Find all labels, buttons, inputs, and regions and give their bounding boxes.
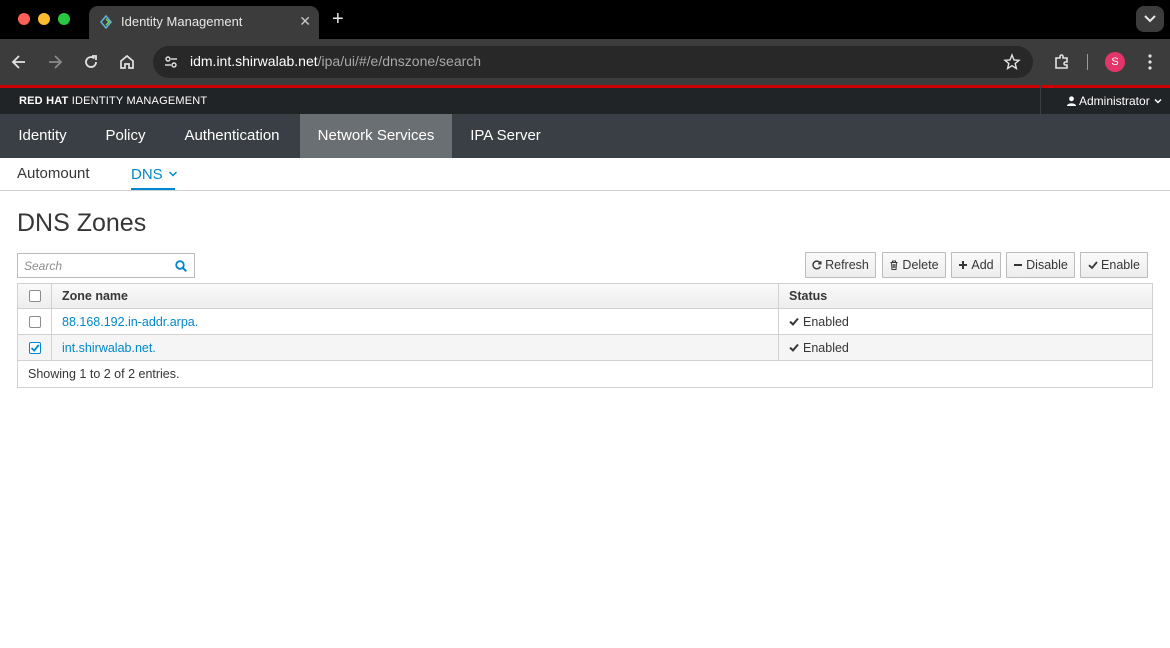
nav-ipa-server[interactable]: IPA Server <box>452 114 559 158</box>
delete-label: Delete <box>902 258 939 272</box>
tab-search-button[interactable] <box>1136 6 1164 32</box>
subnav-automount[interactable]: Automount <box>17 165 90 182</box>
chevron-down-icon <box>1154 94 1162 104</box>
app-brand-bar: RED HAT IDENTITY MANAGEMENT Administrato… <box>0 85 1170 114</box>
column-header-status[interactable]: Status <box>779 284 1152 308</box>
search-button[interactable] <box>168 254 194 277</box>
toolbar-divider <box>1087 54 1088 70</box>
new-tab-button[interactable]: + <box>332 8 344 30</box>
nav-policy[interactable]: Policy <box>87 114 164 158</box>
minus-icon <box>1013 259 1023 269</box>
tab-close-icon[interactable]: ✕ <box>299 12 311 30</box>
page-title: DNS Zones <box>17 209 147 237</box>
status-cell: Enabled <box>779 309 1152 334</box>
status-cell: Enabled <box>779 335 1152 360</box>
profile-avatar[interactable]: S <box>1105 52 1125 72</box>
star-icon[interactable] <box>1003 53 1021 71</box>
subnav-active-indicator <box>131 188 175 190</box>
window-zoom-button[interactable] <box>58 13 70 25</box>
column-header-zone-name[interactable]: Zone name <box>52 284 779 308</box>
favicon-icon <box>99 14 113 30</box>
puzzle-icon[interactable] <box>1052 52 1072 72</box>
home-icon[interactable] <box>117 52 137 72</box>
status-text: Enabled <box>803 341 849 355</box>
search-box <box>17 253 195 278</box>
select-all-checkbox[interactable] <box>29 290 41 302</box>
kebab-icon[interactable] <box>1142 52 1158 72</box>
zone-name-cell: int.shirwalab.net. <box>52 335 779 360</box>
nav-authentication[interactable]: Authentication <box>164 114 300 158</box>
reload-icon[interactable] <box>81 52 101 72</box>
chevron-down-icon <box>168 165 178 177</box>
plus-icon <box>958 259 968 269</box>
table-header-row: Zone name Status <box>18 284 1152 309</box>
check-icon <box>789 309 799 326</box>
disable-button[interactable]: Disable <box>1006 252 1075 278</box>
forward-icon[interactable] <box>45 52 65 72</box>
check-icon <box>789 335 799 352</box>
url-path: /ipa/ui/#/e/dnszone/search <box>317 53 482 69</box>
site-info-icon[interactable] <box>163 54 179 70</box>
disable-label: Disable <box>1026 258 1068 272</box>
window-minimize-button[interactable] <box>38 13 50 25</box>
browser-toolbar: idm.int.shirwalab.net/ipa/ui/#/e/dnszone… <box>0 39 1170 85</box>
dns-zones-table: Zone name Status 88.168.192.in-addr.arpa… <box>17 283 1153 388</box>
delete-button[interactable]: Delete <box>882 252 946 278</box>
search-icon <box>175 260 187 272</box>
row-checkbox-cell <box>18 309 52 334</box>
table-row: 88.168.192.in-addr.arpa. Enabled <box>18 309 1152 335</box>
zone-link[interactable]: int.shirwalab.net. <box>62 341 156 355</box>
brand-light: IDENTITY MANAGEMENT <box>68 95 208 107</box>
table-footer-summary: Showing 1 to 2 of 2 entries. <box>28 367 180 381</box>
check-icon <box>1088 259 1098 270</box>
refresh-button[interactable]: Refresh <box>805 252 876 278</box>
back-icon[interactable] <box>9 52 29 72</box>
zone-link[interactable]: 88.168.192.in-addr.arpa. <box>62 315 198 329</box>
refresh-label: Refresh <box>825 258 869 272</box>
window-close-button[interactable] <box>18 13 30 25</box>
trash-icon <box>889 259 899 270</box>
search-input[interactable] <box>18 254 168 277</box>
brand-strong: RED HAT <box>19 95 69 107</box>
tab-title: Identity Management <box>121 14 243 29</box>
browser-tabstrip: Identity Management ✕ + <box>0 0 1170 39</box>
enable-label: Enable <box>1101 258 1140 272</box>
table-row: int.shirwalab.net. Enabled <box>18 335 1152 361</box>
status-text: Enabled <box>803 315 849 329</box>
row-checkbox-cell <box>18 335 52 360</box>
subnav-dns-label: DNS <box>131 166 163 183</box>
subnav-dns[interactable]: DNS <box>131 165 178 183</box>
add-button[interactable]: Add <box>951 252 1001 278</box>
row-checkbox[interactable] <box>29 316 41 328</box>
add-label: Add <box>971 258 994 272</box>
user-name: Administrator <box>1079 94 1150 108</box>
nav-identity[interactable]: Identity <box>0 114 85 158</box>
user-icon <box>1067 95 1076 106</box>
zone-name-cell: 88.168.192.in-addr.arpa. <box>52 309 779 334</box>
refresh-icon <box>812 259 822 270</box>
nav-network-services[interactable]: Network Services <box>300 114 452 158</box>
user-menu[interactable]: Administrator <box>1040 85 1170 114</box>
address-bar[interactable]: idm.int.shirwalab.net/ipa/ui/#/e/dnszone… <box>153 46 1033 78</box>
enable-button[interactable]: Enable <box>1080 252 1148 278</box>
brand-logo[interactable]: RED HAT IDENTITY MANAGEMENT <box>19 95 207 107</box>
url-text[interactable]: idm.int.shirwalab.net/ipa/ui/#/e/dnszone… <box>190 53 481 69</box>
secondary-nav: Automount DNS <box>0 158 1170 191</box>
url-host: idm.int.shirwalab.net <box>190 53 318 69</box>
header-checkbox-cell <box>18 284 52 308</box>
browser-tab-active[interactable]: Identity Management ✕ <box>89 6 319 39</box>
primary-nav: Identity Policy Authentication Network S… <box>0 114 1170 158</box>
row-checkbox[interactable] <box>29 342 41 354</box>
